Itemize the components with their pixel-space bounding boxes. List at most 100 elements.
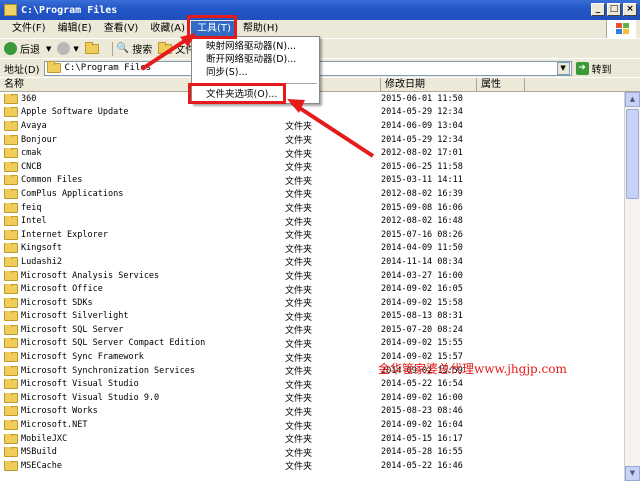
list-item[interactable]: Bonjour 文件夹 2014-05-29 12:34 — [0, 133, 640, 147]
close-button[interactable]: × — [623, 3, 637, 16]
synchronize-item[interactable]: 同步(S)... — [192, 66, 319, 79]
scroll-up-icon[interactable]: ▲ — [625, 92, 640, 107]
file-name-text: Microsoft Works — [21, 406, 98, 417]
forward-arrow-icon — [57, 42, 71, 55]
chevron-down-icon[interactable]: ▼ — [73, 45, 78, 53]
file-name-text: Microsoft Sync Framework — [21, 352, 144, 363]
menu-file[interactable]: 文件(F) — [6, 21, 52, 37]
file-date: 2015-07-16 08:26 — [381, 229, 463, 240]
go-arrow-icon: ➜ — [575, 61, 589, 75]
file-name: Kingsoft — [0, 243, 285, 254]
list-item[interactable]: Microsoft Analysis Services 文件夹 2014-03-27… — [0, 269, 640, 283]
list-item[interactable]: Avaya 文件夹 2014-06-09 13:04 — [0, 119, 640, 133]
file-name-text: Kingsoft — [21, 243, 62, 254]
folder-icon — [4, 406, 18, 417]
folder-icon — [4, 107, 18, 118]
list-item[interactable]: Kingsoft 文件夹 2014-04-09 11:50 — [0, 242, 640, 256]
list-item[interactable]: Ludashi2 文件夹 2014-11-14 08:34 — [0, 255, 640, 269]
go-button[interactable]: ➜ 转到 — [575, 61, 612, 76]
folder-icon — [4, 352, 18, 363]
address-label: 地址(D) — [4, 64, 40, 76]
list-item[interactable]: Intel 文件夹 2012-08-02 16:48 — [0, 214, 640, 228]
menu-view[interactable]: 查看(V) — [98, 21, 145, 37]
search-button[interactable]: 🔍 搜索 — [117, 41, 152, 56]
list-item[interactable]: Internet Explorer 文件夹 2015-07-16 08:26 — [0, 228, 640, 242]
folders-button[interactable]: 文件 — [158, 41, 195, 56]
list-item[interactable]: Microsoft Visual Studio 9.0 文件夹 2014-09-02… — [0, 391, 640, 405]
file-type: 文件夹 — [285, 353, 313, 364]
forward-button[interactable]: ▼ — [57, 42, 79, 55]
folder-icon — [4, 392, 18, 403]
file-name-text: Internet Explorer — [21, 229, 108, 240]
file-type: 文件夹 — [285, 299, 313, 310]
list-item[interactable]: Microsoft SDKs 文件夹 2014-09-02 15:58 — [0, 296, 640, 310]
map-network-drive-item[interactable]: 映射网络驱动器(N)... — [192, 40, 319, 53]
menu-help[interactable]: 帮助(H) — [237, 21, 284, 37]
file-type: 文件夹 — [285, 136, 313, 147]
list-item[interactable]: MobileJXC 文件夹 2014-05-15 16:17 — [0, 432, 640, 446]
maximize-button[interactable]: □ — [607, 3, 621, 16]
folder-icon — [4, 324, 18, 335]
file-name: Intel — [0, 216, 285, 227]
list-item[interactable]: Microsoft.NET 文件夹 2014-09-02 16:04 — [0, 418, 640, 432]
file-date: 2015-06-01 11:50 — [381, 93, 463, 104]
list-item[interactable]: 360 2015-06-01 11:50 — [0, 92, 640, 106]
file-date: 2012-08-02 17:01 — [381, 148, 463, 159]
folder-icon — [4, 365, 18, 376]
address-dropdown-icon[interactable]: ▼ — [556, 61, 570, 75]
file-type: 文件夹 — [285, 448, 313, 459]
scroll-down-icon[interactable]: ▼ — [625, 466, 640, 481]
file-name: Microsoft Works — [0, 406, 285, 417]
disconnect-network-drive-item[interactable]: 断开网络驱动器(D)... — [192, 53, 319, 66]
file-type: 文件夹 — [285, 217, 313, 228]
list-item[interactable]: cmak 文件夹 2012-08-02 17:01 — [0, 146, 640, 160]
file-name: Microsoft Office — [0, 284, 285, 295]
list-item[interactable]: CNCB 文件夹 2015-06-25 11:58 — [0, 160, 640, 174]
file-type: 文件夹 — [285, 462, 313, 473]
file-date: 2015-09-08 16:06 — [381, 202, 463, 213]
file-date: 2015-08-13 08:31 — [381, 311, 463, 322]
menu-favorites[interactable]: 收藏(A) — [144, 21, 191, 37]
folder-icon — [4, 161, 18, 172]
list-item[interactable]: Apple Software Update 2014-05-29 12:34 — [0, 106, 640, 120]
list-item[interactable]: Microsoft Works 文件夹 2015-08-23 08:46 — [0, 405, 640, 419]
scroll-thumb[interactable] — [626, 109, 639, 199]
file-name-text: CNCB — [21, 161, 42, 172]
file-name: Ludashi2 — [0, 256, 285, 267]
address-bar: 地址(D) C:\Program Files ▼ ➜ 转到 — [0, 58, 640, 77]
column-attr[interactable]: 属性 — [477, 78, 525, 92]
file-date: 2014-05-15 16:17 — [381, 433, 463, 444]
file-date: 2015-07-20 08:24 — [381, 324, 463, 335]
list-item[interactable]: Microsoft Visual Studio 文件夹 2014-05-22 16:… — [0, 377, 640, 391]
vertical-scrollbar[interactable]: ▲ ▼ — [624, 92, 640, 481]
list-item[interactable]: Common Files 文件夹 2015-03-11 14:11 — [0, 174, 640, 188]
folder-icon — [4, 202, 18, 213]
column-date[interactable]: 修改日期 — [381, 78, 477, 92]
list-item[interactable]: Microsoft Silverlight 文件夹 2015-08-13 08:31 — [0, 310, 640, 324]
minimize-button[interactable]: _ — [591, 3, 605, 16]
address-value: C:\Program Files — [64, 63, 152, 73]
file-date: 2014-09-02 16:05 — [381, 284, 463, 295]
list-item[interactable]: ComPlus Applications 文件夹 2012-08-02 16:39 — [0, 187, 640, 201]
chevron-down-icon[interactable]: ▼ — [46, 45, 51, 53]
up-folder-button[interactable] — [84, 41, 102, 54]
list-item[interactable]: MSBuild 文件夹 2014-05-28 16:55 — [0, 445, 640, 459]
file-type: 文件夹 — [285, 149, 313, 160]
menu-bar: 文件(F) 编辑(E) 查看(V) 收藏(A) 工具(T) 帮助(H) — [0, 20, 640, 38]
folder-icon — [4, 270, 18, 281]
back-button[interactable]: 后退 ▼ — [4, 41, 51, 56]
file-name: CNCB — [0, 161, 285, 172]
file-date: 2015-03-11 14:11 — [381, 175, 463, 186]
list-item[interactable]: Microsoft SQL Server 文件夹 2015-07-20 08:24 — [0, 323, 640, 337]
list-item[interactable]: MSECache 文件夹 2014-05-22 16:46 — [0, 459, 640, 473]
list-item[interactable]: feiq 文件夹 2015-09-08 16:06 — [0, 201, 640, 215]
file-name-text: Avaya — [21, 120, 47, 131]
file-name: Microsoft SDKs — [0, 297, 285, 308]
file-name-text: MSBuild — [21, 447, 57, 458]
list-item[interactable]: Microsoft Office 文件夹 2014-09-02 16:05 — [0, 282, 640, 296]
menu-edit[interactable]: 编辑(E) — [52, 21, 98, 37]
file-name-text: cmak — [21, 148, 42, 159]
folder-icon — [46, 61, 61, 73]
list-item[interactable]: Microsoft SQL Server Compact Edition 文件夹 2… — [0, 337, 640, 351]
file-date: 2014-05-22 16:46 — [381, 460, 463, 471]
